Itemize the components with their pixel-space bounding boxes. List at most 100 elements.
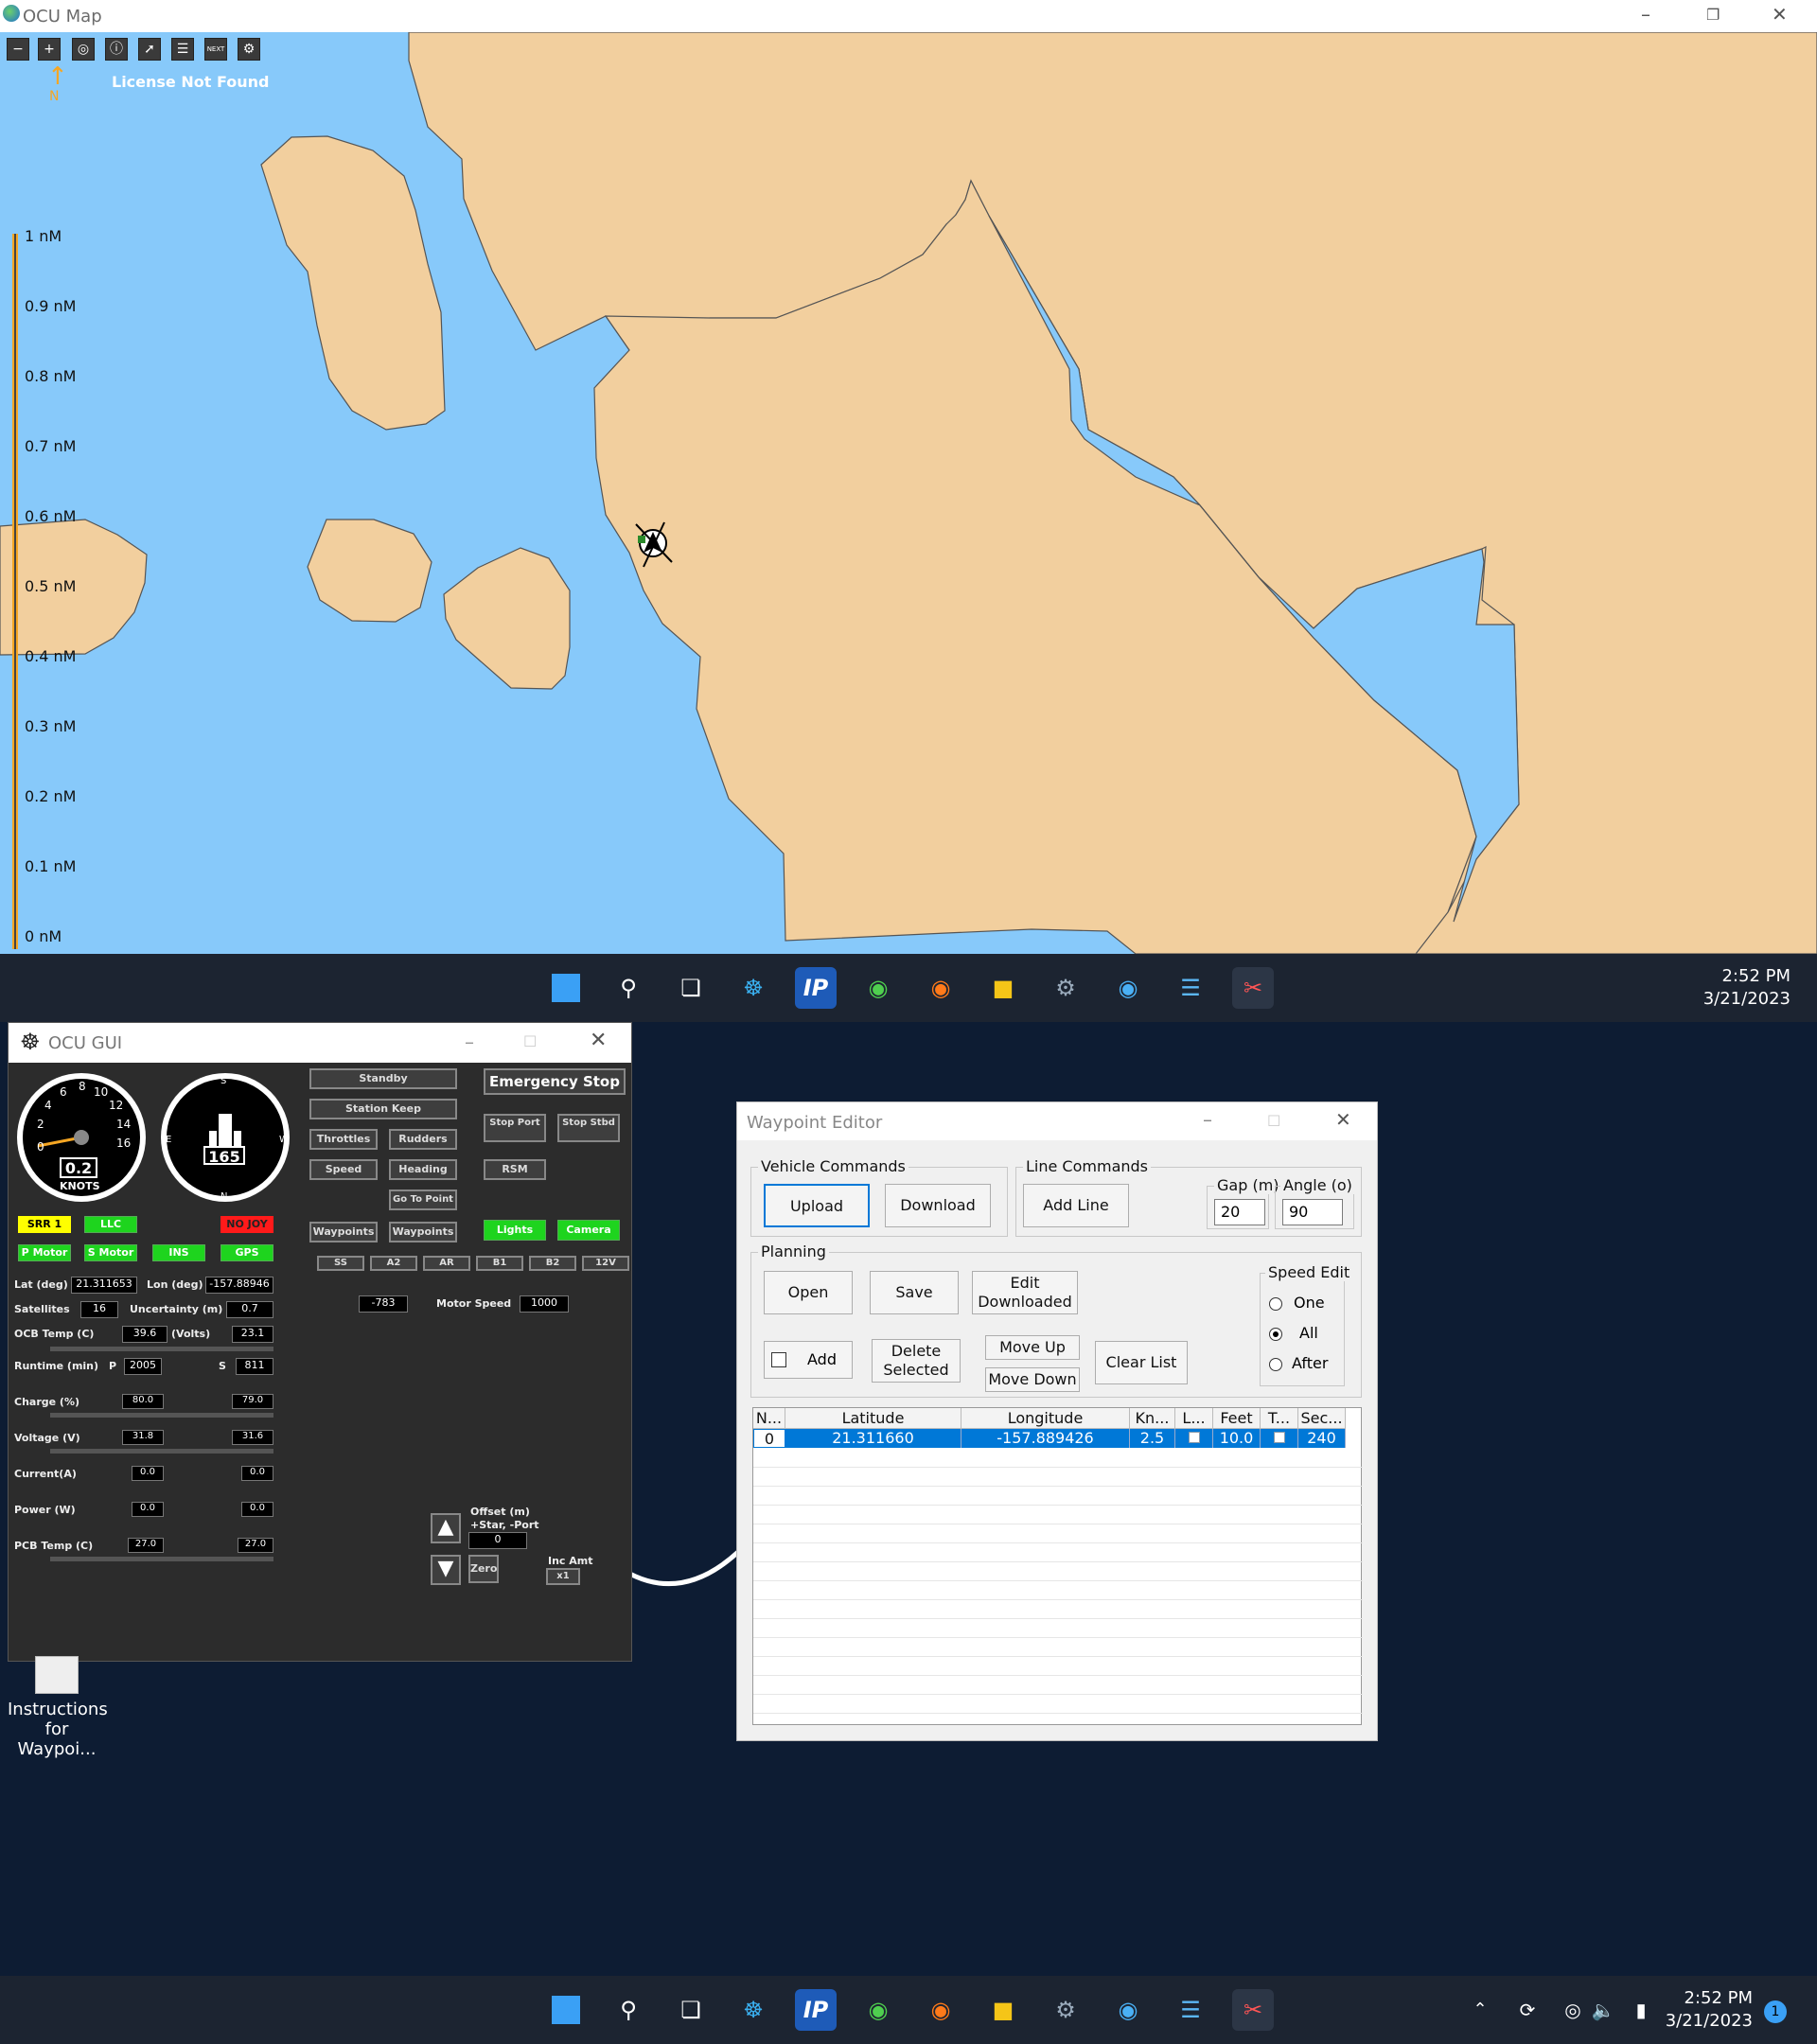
snipping-tool-icon[interactable]: ✂ (1232, 1989, 1274, 2031)
maximize-button[interactable]: ☐ (523, 1032, 537, 1050)
stop-port-button[interactable]: Stop Port (484, 1114, 546, 1142)
stop-stbd-button[interactable]: Stop Stbd (557, 1114, 620, 1142)
waypoints-button-1[interactable]: Waypoints (309, 1222, 378, 1242)
station-keep-button[interactable]: Station Keep (309, 1099, 457, 1119)
row-0-longitude[interactable]: -157.889426 (961, 1429, 1130, 1448)
speed-edit-all-radio[interactable] (1269, 1328, 1282, 1341)
col-feet[interactable]: Feet (1213, 1408, 1261, 1429)
chart-map[interactable]: − + ◎ ⓘ ➚ ☰ NEXT ⚙ ↑ N License Not Found… (0, 32, 1817, 954)
helm-app-icon[interactable]: ☸ (732, 967, 774, 1009)
camera-button[interactable]: Camera (557, 1220, 620, 1241)
inc-amt-button[interactable]: x1 (546, 1568, 580, 1585)
save-button[interactable]: Save (870, 1271, 959, 1314)
12v-button[interactable]: 12V (582, 1256, 629, 1271)
col-latitude[interactable]: Latitude (785, 1408, 961, 1429)
taskbar-time[interactable]: 2:52 PM (1685, 966, 1791, 986)
col-sec[interactable]: Sec... (1298, 1408, 1346, 1429)
row-0-l-checkbox[interactable] (1175, 1429, 1213, 1448)
file-explorer-icon[interactable]: ■ (982, 1989, 1024, 2031)
sync-icon[interactable]: ⟳ (1507, 1989, 1548, 2031)
task-view-icon[interactable]: ❏ (670, 1989, 712, 2031)
throttles-button[interactable]: Throttles (309, 1129, 378, 1150)
firefox-icon[interactable]: ◉ (920, 967, 961, 1009)
info-icon[interactable]: ⓘ (105, 38, 128, 61)
rudders-button[interactable]: Rudders (389, 1129, 457, 1150)
globe-app-icon[interactable]: ◉ (1107, 1989, 1149, 2031)
row-0-feet[interactable]: 10.0 (1213, 1429, 1261, 1448)
edit-downloaded-button[interactable]: Edit Downloaded (972, 1271, 1078, 1314)
waypoint-table[interactable]: N... Latitude Longitude Kn... L... Feet … (752, 1407, 1363, 1725)
rsm-button[interactable]: RSM (484, 1159, 546, 1180)
col-t[interactable]: T... (1261, 1408, 1298, 1429)
search-icon[interactable]: ⚲ (608, 967, 649, 1009)
lights-button[interactable]: Lights (484, 1220, 546, 1241)
list-icon[interactable]: ☰ (171, 38, 194, 61)
taskbar-date[interactable]: 3/21/2023 (1685, 989, 1791, 1009)
row-0-knots[interactable]: 2.5 (1130, 1429, 1175, 1448)
helm-app-icon[interactable]: ☸ (732, 1989, 774, 2031)
col-knots[interactable]: Kn... (1130, 1408, 1175, 1429)
search-icon[interactable]: ⚲ (608, 1989, 649, 2031)
minimize-button[interactable]: – (465, 1031, 474, 1053)
settings-icon[interactable]: ⚙ (238, 38, 260, 61)
ss-button[interactable]: SS (317, 1256, 364, 1271)
col-longitude[interactable]: Longitude (961, 1408, 1130, 1429)
move-down-button[interactable]: Move Down (985, 1367, 1080, 1392)
volume-icon[interactable]: 🔈 (1582, 1989, 1624, 2031)
route-icon[interactable]: ➚ (138, 38, 161, 61)
emergency-stop-button[interactable]: Emergency Stop (484, 1068, 626, 1095)
down-arrow-button[interactable]: ▼ (431, 1555, 461, 1585)
delete-selected-button[interactable]: Delete Selected (872, 1339, 961, 1383)
notification-badge[interactable]: 1 (1764, 2000, 1787, 2023)
file-explorer-icon[interactable]: ■ (982, 967, 1024, 1009)
desktop-icon-instructions[interactable]: Instructions for Waypoi... (8, 1656, 108, 1759)
next-button[interactable]: NEXT (204, 38, 227, 61)
eye-app-icon[interactable]: ◉ (857, 967, 899, 1009)
settings-app-icon[interactable]: ⚙ (1045, 967, 1086, 1009)
gap-input[interactable]: 20 (1214, 1199, 1265, 1225)
settings-app-icon[interactable]: ⚙ (1045, 1989, 1086, 2031)
move-up-button[interactable]: Move Up (985, 1335, 1080, 1360)
a2-button[interactable]: A2 (370, 1256, 417, 1271)
row-0-n[interactable]: 0 (753, 1429, 785, 1448)
ip-app-icon[interactable]: IP (795, 1989, 837, 2031)
add-line-button[interactable]: Add Line (1023, 1184, 1129, 1227)
firefox-icon[interactable]: ◉ (920, 1989, 961, 2031)
close-button[interactable]: ✕ (1772, 3, 1788, 26)
go-to-point-button[interactable]: Go To Point (389, 1189, 457, 1210)
b1-button[interactable]: B1 (476, 1256, 523, 1271)
open-button[interactable]: Open (764, 1271, 853, 1314)
windows-start-icon[interactable] (545, 1989, 587, 2031)
snipping-tool-icon[interactable]: ✂ (1232, 967, 1274, 1009)
speed-edit-after-radio[interactable] (1269, 1358, 1282, 1371)
close-button[interactable]: ✕ (590, 1029, 607, 1052)
row-0-latitude[interactable]: 21.311660 (785, 1429, 961, 1448)
heading-button[interactable]: Heading (389, 1159, 457, 1180)
clear-list-button[interactable]: Clear List (1095, 1341, 1188, 1384)
minimize-button[interactable]: – (1641, 3, 1650, 26)
zero-button[interactable]: Zero (468, 1555, 499, 1583)
task-view-icon[interactable]: ❏ (670, 967, 712, 1009)
b2-button[interactable]: B2 (529, 1256, 576, 1271)
close-button[interactable]: ✕ (1335, 1108, 1351, 1131)
row-0-t-checkbox[interactable] (1261, 1429, 1298, 1448)
taskbar-time[interactable]: 2:52 PM (1647, 1988, 1753, 2008)
maximize-button[interactable]: ☐ (1267, 1112, 1280, 1130)
waypoints-button-2[interactable]: Waypoints (389, 1222, 457, 1242)
center-icon[interactable]: ◎ (72, 38, 95, 61)
notepad-icon[interactable]: ☰ (1170, 1989, 1211, 2031)
add-checkbox[interactable] (771, 1352, 786, 1367)
zoom-out-button[interactable]: − (7, 38, 29, 61)
taskbar-date[interactable]: 3/21/2023 (1647, 2011, 1753, 2031)
minimize-button[interactable]: – (1203, 1108, 1212, 1131)
speed-edit-one-radio[interactable] (1269, 1297, 1282, 1311)
speed-button[interactable]: Speed (309, 1159, 378, 1180)
windows-start-icon[interactable] (545, 967, 587, 1009)
upload-button[interactable]: Upload (764, 1184, 870, 1227)
angle-input[interactable]: 90 (1282, 1199, 1343, 1225)
standby-button[interactable]: Standby (309, 1068, 457, 1089)
globe-app-icon[interactable]: ◉ (1107, 967, 1149, 1009)
restore-button[interactable]: ❐ (1706, 6, 1720, 24)
ar-button[interactable]: AR (423, 1256, 470, 1271)
zoom-in-button[interactable]: + (38, 38, 61, 61)
